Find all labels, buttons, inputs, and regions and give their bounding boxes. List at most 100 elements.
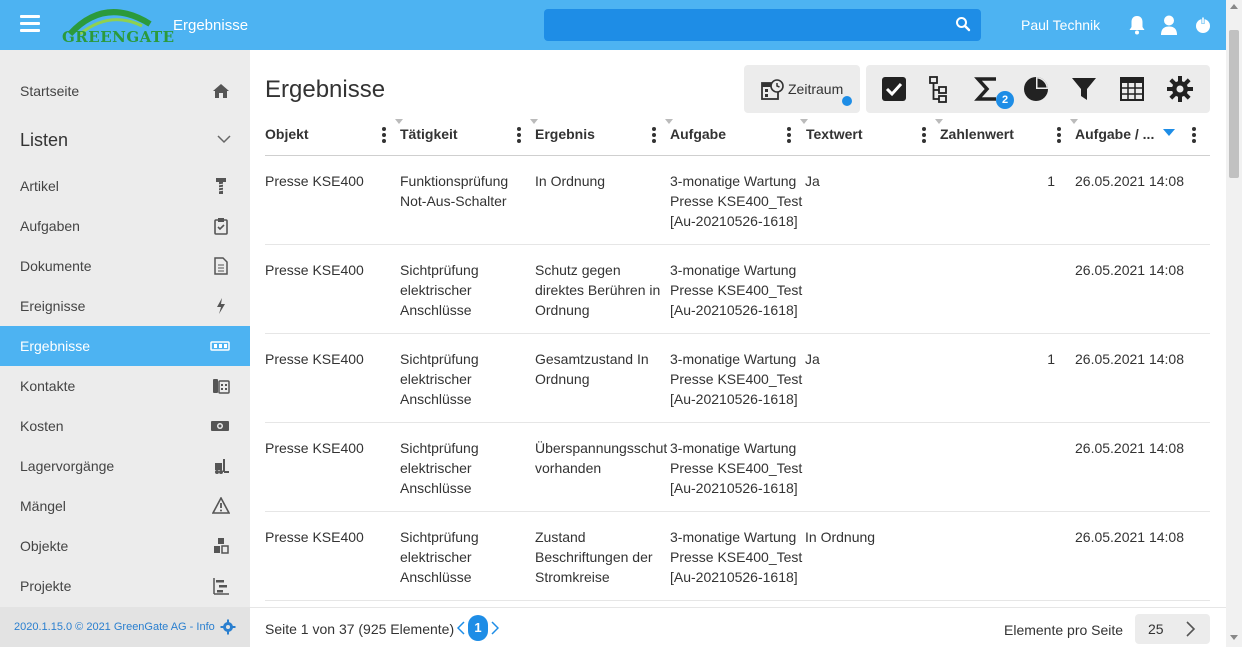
sidebar-item-kosten[interactable]: Kosten (0, 406, 250, 446)
app-title: Ergebnisse (173, 17, 249, 34)
scrollbar-thumb[interactable] (1229, 30, 1239, 178)
cell-datum: 26.05.2021 14:08 (1075, 440, 1184, 456)
column-header-objekt[interactable]: Objekt (265, 126, 309, 142)
column-header-aufgabe-datum[interactable]: Aufgabe / ... (1075, 126, 1154, 142)
cell-objekt: Presse KSE400 (265, 351, 364, 367)
cell-objekt: Presse KSE400 (265, 529, 364, 545)
bell-icon[interactable] (1127, 14, 1147, 36)
sidebar-item-ereignisse[interactable]: Ereignisse (0, 286, 250, 326)
column-header-textwert[interactable]: Textwert (806, 126, 863, 142)
money-icon (211, 421, 229, 431)
chevron-left-icon[interactable] (457, 621, 465, 635)
power-icon[interactable] (1193, 14, 1213, 36)
sidebar-item-lagervorgaenge[interactable]: Lagervorgänge (0, 446, 250, 486)
logo-text: GREENGATE (62, 28, 175, 46)
cell-ergebnis: Zustand Beschriftungen der Stromkreise (535, 529, 653, 585)
phone-icon (213, 379, 230, 394)
zeitraum-indicator (842, 96, 852, 106)
per-page-select[interactable]: 25 (1135, 614, 1210, 644)
filter-icon[interactable] (1070, 75, 1098, 103)
tree-structure-icon[interactable] (924, 75, 952, 103)
column-menu-icon[interactable] (921, 127, 927, 143)
greengate-logo[interactable]: GREENGATE (60, 4, 174, 46)
column-header-aufgabe[interactable]: Aufgabe (670, 126, 726, 142)
column-menu-icon[interactable] (516, 127, 522, 143)
gear-icon[interactable] (220, 619, 236, 635)
chevron-right-icon[interactable] (491, 621, 499, 635)
column-header-taetigkeit[interactable]: Tätigkeit (400, 126, 458, 142)
search-icon[interactable] (955, 16, 971, 32)
cell-zahlenwert: 1 (1047, 351, 1055, 367)
cell-objekt: Presse KSE400 (265, 173, 364, 189)
table-row[interactable]: Presse KSE400 Sichtprüfung elektrischer … (265, 423, 1210, 512)
sidebar-section-title[interactable]: Listen (20, 130, 68, 151)
cell-taetigkeit: Sichtprüfung elektrischer Anschlüsse (400, 440, 479, 496)
home-icon (213, 84, 229, 98)
user-icon[interactable] (1159, 14, 1179, 36)
zeitraum-button[interactable]: Zeitraum (744, 65, 860, 113)
sort-handle[interactable] (395, 119, 403, 124)
sidebar-item-artikel[interactable]: Artikel (0, 166, 250, 206)
search-input[interactable] (544, 9, 981, 41)
per-page-value: 25 (1148, 621, 1164, 637)
username[interactable]: Paul Technik (1021, 17, 1100, 33)
checkbox-icon[interactable] (880, 75, 908, 103)
cell-ergebnis: In Ordnung (535, 173, 606, 189)
sidebar-item-label: Aufgaben (20, 218, 80, 234)
sidebar-item-label: Ergebnisse (20, 338, 91, 354)
sort-descending-icon[interactable] (1163, 129, 1175, 136)
current-page-button[interactable]: 1 (468, 615, 488, 641)
cell-zahlenwert: 1 (1047, 173, 1055, 189)
sidebar-item-kontakte[interactable]: Kontakte (0, 366, 250, 406)
column-menu-icon[interactable] (786, 127, 792, 143)
column-menu-icon[interactable] (381, 127, 387, 143)
cell-aufgabe: 3-monatige Wartung Presse KSE400_Test [A… (670, 351, 803, 407)
column-header-zahlenwert[interactable]: Zahlenwert (940, 126, 1014, 142)
sum-badge: 2 (996, 91, 1014, 109)
cell-aufgabe: 3-monatige Wartung Presse KSE400_Test [A… (670, 440, 803, 496)
vertical-scrollbar[interactable] (1226, 0, 1242, 647)
sidebar-footer[interactable]: 2020.1.15.0 © 2021 GreenGate AG - Info (0, 607, 250, 647)
sidebar-item-dokumente[interactable]: Dokumente (0, 246, 250, 286)
gantt-icon (213, 578, 229, 595)
cell-datum: 26.05.2021 14:08 (1075, 262, 1184, 278)
result-icon (210, 341, 230, 351)
sidebar-item-objekte[interactable]: Objekte (0, 526, 250, 566)
sort-handle[interactable] (1070, 119, 1078, 124)
clipboard-icon (214, 218, 228, 235)
zeitraum-label: Zeitraum (788, 81, 844, 97)
column-header-ergebnis[interactable]: Ergebnis (535, 126, 595, 142)
table-row[interactable]: Presse KSE400 Funktionsprüfung Not-Aus-S… (265, 156, 1210, 245)
sidebar-item-label: Mängel (20, 498, 66, 514)
table-columns-icon[interactable] (1118, 75, 1146, 103)
sort-handle[interactable] (935, 119, 943, 124)
menu-icon[interactable] (20, 15, 40, 33)
table-row[interactable]: Presse KSE400 Sichtprüfung elektrischer … (265, 512, 1210, 601)
column-menu-icon[interactable] (1056, 127, 1062, 143)
cell-textwert: Ja (805, 351, 820, 367)
sidebar-item-maengel[interactable]: Mängel (0, 486, 250, 526)
sidebar-item-projekte[interactable]: Projekte (0, 566, 250, 606)
sort-handle[interactable] (800, 119, 808, 124)
scroll-up-arrow[interactable] (1230, 4, 1238, 9)
table-header: Objekt Tätigkeit Ergebnis Aufgabe Textwe… (265, 115, 1210, 156)
cell-taetigkeit: Sichtprüfung elektrischer Anschlüsse (400, 529, 479, 585)
cell-aufgabe: 3-monatige Wartung Presse KSE400_Test [A… (670, 529, 803, 585)
column-menu-icon[interactable] (1191, 127, 1197, 143)
version-info[interactable]: 2020.1.15.0 © 2021 GreenGate AG - Info (14, 621, 215, 633)
cubes-icon (214, 538, 229, 554)
sort-handle[interactable] (665, 119, 673, 124)
sidebar-item-startseite[interactable]: Startseite (0, 71, 250, 111)
sidebar-item-ergebnisse[interactable]: Ergebnisse (0, 326, 250, 366)
sidebar-item-aufgaben[interactable]: Aufgaben (0, 206, 250, 246)
chevron-down-icon[interactable] (217, 134, 231, 144)
column-menu-icon[interactable] (651, 127, 657, 143)
sort-handle[interactable] (530, 119, 538, 124)
table-row[interactable]: Presse KSE400 Sichtprüfung elektrischer … (265, 334, 1210, 423)
sidebar-item-label: Dokumente (20, 258, 92, 274)
settings-gear-icon[interactable] (1166, 75, 1194, 103)
chevron-right-icon (1186, 621, 1196, 637)
scroll-down-arrow[interactable] (1230, 635, 1238, 640)
pie-chart-icon[interactable] (1022, 75, 1050, 103)
table-row[interactable]: Presse KSE400 Sichtprüfung elektrischer … (265, 245, 1210, 334)
